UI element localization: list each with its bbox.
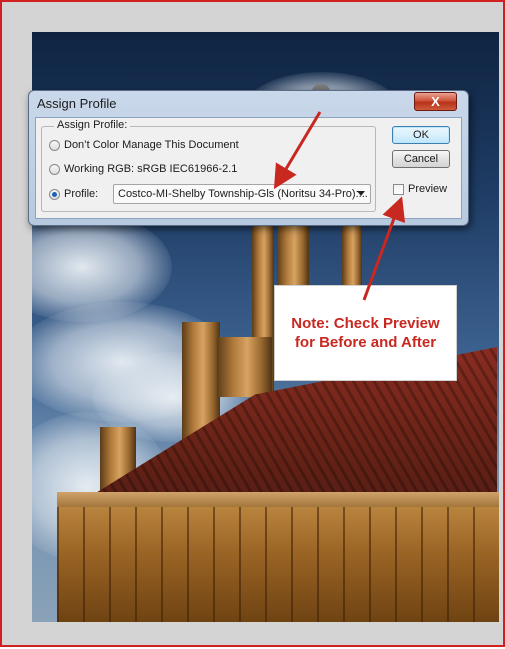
dialog-titlebar[interactable]: Assign Profile X: [29, 91, 468, 117]
preview-label: Preview: [408, 183, 448, 195]
dialog-body: Assign Profile: Don’t Color Manage This …: [35, 117, 462, 219]
radio-profile[interactable]: Profile:: [49, 186, 98, 202]
preview-checkbox-row[interactable]: Preview: [393, 183, 447, 195]
screenshot-frame: Assign Profile X Assign Profile: Don’t C…: [0, 0, 505, 647]
close-button[interactable]: X: [414, 92, 457, 111]
radio-label: Don’t Color Manage This Document: [64, 139, 239, 151]
radio-dont-color-manage[interactable]: Don’t Color Manage This Document: [49, 137, 239, 153]
annotation-line-1: Note: Check Preview: [291, 315, 440, 332]
preview-checkbox[interactable]: [393, 183, 404, 195]
close-icon: X: [431, 94, 440, 109]
barn-wall: [57, 507, 499, 622]
chevron-down-icon: [357, 191, 365, 196]
profile-select-value: Costco-MI-Shelby Township-Gls (Noritsu 3…: [118, 188, 368, 200]
cancel-button[interactable]: Cancel: [392, 150, 450, 168]
assign-profile-group: Assign Profile: Don’t Color Manage This …: [41, 119, 376, 212]
radio-label: Profile:: [64, 188, 99, 200]
annotation-callout: Note: Check Preview for Before and After: [274, 285, 457, 381]
radio-button[interactable]: [49, 139, 60, 151]
annotation-line-2: for Before and After: [294, 334, 437, 351]
radio-label: Working RGB: sRGB IEC61966-2.1: [64, 163, 238, 175]
wood-post: [277, 222, 309, 292]
profile-select[interactable]: Costco-MI-Shelby Township-Gls (Noritsu 3…: [113, 184, 371, 204]
group-label: Assign Profile:: [54, 119, 131, 131]
ok-button[interactable]: OK: [392, 126, 450, 144]
wood-post: [217, 337, 272, 397]
assign-profile-dialog: Assign Profile X Assign Profile: Don’t C…: [28, 90, 469, 226]
radio-working-rgb[interactable]: Working RGB: sRGB IEC61966-2.1: [49, 161, 237, 177]
radio-button[interactable]: [49, 163, 60, 175]
dialog-title: Assign Profile: [37, 96, 117, 111]
radio-button-selected[interactable]: [49, 188, 60, 200]
